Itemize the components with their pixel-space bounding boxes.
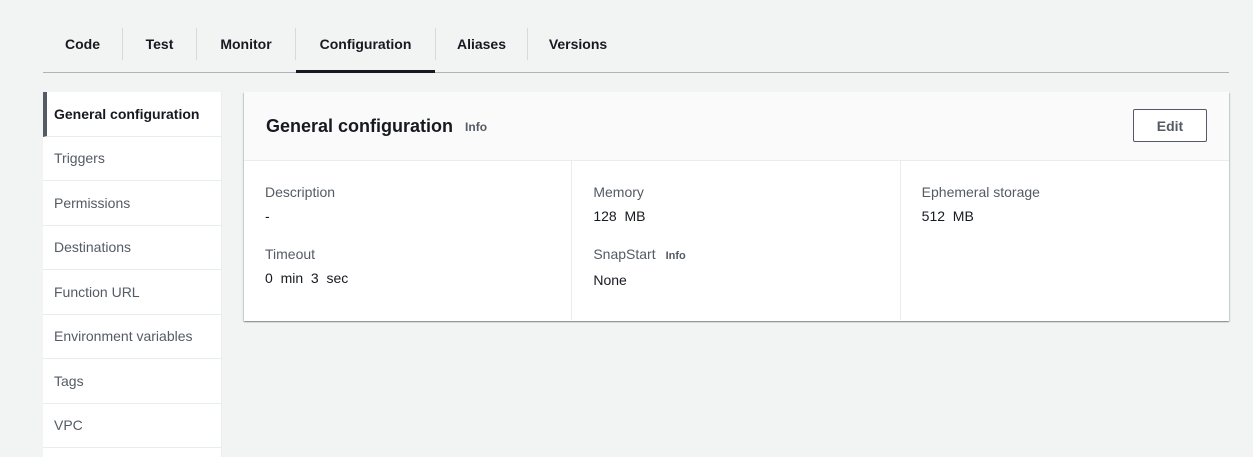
sidebar-item-environment-variables[interactable]: Environment variables xyxy=(43,315,221,359)
timeout-field: Timeout 0 min 3 sec xyxy=(265,245,571,287)
ephemeral-storage-label: Ephemeral storage xyxy=(921,184,1040,200)
snapstart-label-row: SnapStart Info xyxy=(593,245,899,265)
panel-header: General configuration Info Edit xyxy=(244,92,1229,161)
column-1: Description - Timeout 0 min 3 sec xyxy=(244,161,573,320)
sidebar-item-function-url[interactable]: Function URL xyxy=(43,270,221,315)
snapstart-info-link[interactable]: Info xyxy=(666,247,686,265)
description-value: - xyxy=(265,208,270,224)
panel-body: Description - Timeout 0 min 3 sec Memory… xyxy=(244,161,1229,320)
general-configuration-panel: General configuration Info Edit Descript… xyxy=(244,92,1229,321)
ephemeral-storage-field: Ephemeral storage 512 MB xyxy=(922,183,1229,225)
description-label: Description xyxy=(265,184,336,200)
edit-button[interactable]: Edit xyxy=(1133,109,1207,142)
configuration-sidebar: General configuration Triggers Permissio… xyxy=(43,92,222,457)
snapstart-label: SnapStart xyxy=(593,246,656,262)
description-field: Description - xyxy=(265,183,571,225)
tab-test[interactable]: Test xyxy=(123,24,196,64)
ephemeral-storage-value: 512 MB xyxy=(921,208,974,224)
column-3: Ephemeral storage 512 MB xyxy=(901,161,1229,320)
timeout-value: 0 min 3 sec xyxy=(265,270,349,286)
memory-field: Memory 128 MB xyxy=(593,183,899,225)
tab-bar: Code Test Monitor Configuration Aliases … xyxy=(43,24,1229,73)
tab-aliases[interactable]: Aliases xyxy=(436,24,527,64)
panel-title: General configuration xyxy=(266,115,454,136)
tab-monitor[interactable]: Monitor xyxy=(197,24,295,64)
tab-versions[interactable]: Versions xyxy=(528,24,628,64)
column-2: Memory 128 MB SnapStart Info None xyxy=(572,161,901,320)
sidebar-item-triggers[interactable]: Triggers xyxy=(43,137,221,181)
tab-configuration[interactable]: Configuration xyxy=(296,24,435,73)
timeout-label: Timeout xyxy=(265,246,316,262)
tab-code[interactable]: Code xyxy=(43,24,122,64)
snapstart-field: SnapStart Info None xyxy=(593,245,899,289)
sidebar-item-general-configuration[interactable]: General configuration xyxy=(43,92,221,137)
snapstart-value: None xyxy=(593,272,627,288)
info-link[interactable]: Info xyxy=(465,120,487,134)
sidebar-item-permissions[interactable]: Permissions xyxy=(43,181,221,226)
sidebar-item-tags[interactable]: Tags xyxy=(43,359,221,404)
sidebar-item-vpc[interactable]: VPC xyxy=(43,404,221,448)
memory-label: Memory xyxy=(593,184,644,200)
memory-value: 128 MB xyxy=(593,208,646,224)
sidebar-item-destinations[interactable]: Destinations xyxy=(43,226,221,270)
